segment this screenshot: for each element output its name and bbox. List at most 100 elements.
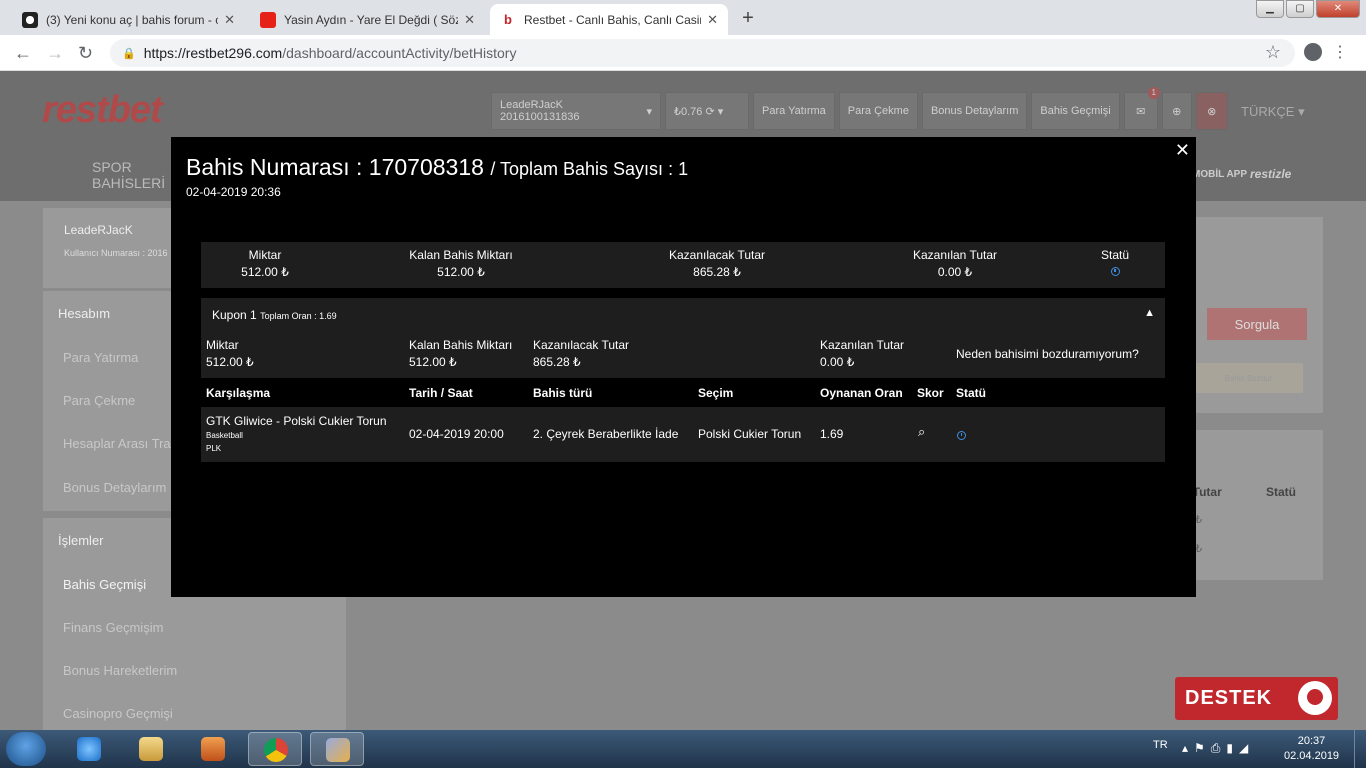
taskbar-app[interactable] bbox=[310, 732, 364, 766]
withdraw-link[interactable]: Para Çekme bbox=[838, 92, 918, 130]
support-button[interactable]: DESTEK bbox=[1175, 677, 1338, 720]
balance-dropdown[interactable]: ₺0.76 ⟳ ▾ bbox=[665, 92, 749, 130]
refresh-icon[interactable]: ⟳ bbox=[705, 105, 714, 118]
column-header-odds: Oynanan Oran bbox=[820, 386, 903, 400]
browser-tab-youtube[interactable]: Yasin Aydın - Yare El Değdi ( Söz ✕ bbox=[250, 4, 485, 35]
chevron-down-icon: ▾ bbox=[717, 105, 724, 118]
reload-icon[interactable]: ↻ bbox=[78, 43, 93, 64]
sidebar-item-transfer[interactable]: Hesaplar Arası Tra bbox=[63, 436, 171, 451]
value: 865.28 ₺ bbox=[693, 265, 741, 279]
close-icon[interactable]: ✕ bbox=[1175, 140, 1190, 161]
coupon-title: Kupon 1 bbox=[212, 308, 257, 322]
minimize-icon[interactable]: ▁ bbox=[1256, 0, 1284, 18]
lock-icon: 🔒 bbox=[122, 47, 136, 60]
account-label: LeadeRJacK 2016100131836 bbox=[500, 99, 580, 123]
forward-arrow-icon[interactable]: → bbox=[46, 43, 64, 64]
match-datetime: 02-04-2019 20:00 bbox=[409, 427, 504, 441]
sidebar-item-bonus-moves[interactable]: Bonus Hareketlerim bbox=[63, 663, 177, 678]
coupon-header[interactable]: Kupon 1 Toplam Oran : 1.69 bbox=[212, 308, 337, 322]
sidebar-item-bonus[interactable]: Bonus Detaylarım bbox=[63, 480, 166, 495]
notification-badge: 1 bbox=[1147, 87, 1160, 99]
clock-status-icon bbox=[957, 431, 966, 440]
restizle-tv-link[interactable]: restizle bbox=[1250, 167, 1291, 181]
system-clock[interactable]: 20:37 02.04.2019 bbox=[1284, 734, 1339, 764]
mobile-app-link[interactable]: MOBİL APP bbox=[1192, 169, 1247, 180]
taskbar-app[interactable] bbox=[186, 732, 240, 766]
odds: 1.69 bbox=[820, 427, 844, 441]
browser-tab-bar: (3) Yeni konu aç | bahis forum - ci ✕ Ya… bbox=[0, 0, 1366, 35]
sidebar-item-withdraw[interactable]: Para Çekme bbox=[63, 393, 135, 408]
show-desktop-button[interactable] bbox=[1354, 730, 1366, 768]
sidebar-title-hesabim: Hesabım bbox=[58, 306, 111, 321]
account-dropdown[interactable]: LeadeRJacK 2016100131836 ▾ bbox=[491, 92, 661, 130]
bet-type: 2. Çeyrek Beraberlikte İade bbox=[533, 427, 679, 441]
match-name: GTK Gliwice - Polski Cukier Torun bbox=[206, 414, 387, 428]
window-close-icon[interactable]: ✕ bbox=[1316, 0, 1360, 18]
search-icon[interactable]: ⌕ bbox=[918, 424, 925, 440]
chevron-up-icon[interactable]: ▲ bbox=[1144, 307, 1155, 319]
logout-button[interactable]: ⊗ bbox=[1195, 92, 1228, 130]
value: 0.00 ₺ bbox=[820, 355, 855, 369]
messages-button[interactable]: ✉ 1 bbox=[1123, 87, 1160, 130]
clock-date: 02.04.2019 bbox=[1284, 750, 1340, 762]
username: LeadeRJacK bbox=[64, 223, 133, 237]
paint-icon bbox=[326, 738, 350, 762]
clock-status-icon bbox=[1110, 267, 1120, 276]
table-row: GTK Gliwice - Polski Cukier Torun Basket… bbox=[201, 407, 1165, 462]
total-bet-count: / Toplam Bahis Sayısı : 1 bbox=[490, 159, 689, 179]
sidebar-item-finance[interactable]: Finans Geçmişim bbox=[63, 620, 163, 635]
add-button[interactable]: ⊕ bbox=[1161, 92, 1192, 130]
taskbar-app[interactable] bbox=[124, 732, 178, 766]
sports-label-1: SPOR bbox=[92, 159, 132, 175]
language-selector[interactable]: TÜRKÇE ▾ bbox=[1241, 104, 1305, 120]
address-bar: ← → ↻ 🔒 https://restbet296.com/dashboard… bbox=[0, 35, 1366, 71]
input-language[interactable]: TR bbox=[1153, 739, 1168, 751]
close-icon[interactable]: ✕ bbox=[707, 12, 718, 28]
close-icon[interactable]: ✕ bbox=[464, 12, 475, 28]
column-header-status: Statü bbox=[1266, 485, 1296, 499]
profile-avatar-icon[interactable] bbox=[1304, 43, 1322, 61]
browser-menu-icon[interactable]: ⋮ bbox=[1332, 42, 1348, 62]
label: Kazanılacak Tutar bbox=[668, 248, 766, 262]
window-controls: ▁ ▢ ✕ bbox=[1256, 0, 1360, 18]
column-header-status: Statü bbox=[956, 386, 986, 400]
plus-circle-icon: ⊕ bbox=[1172, 105, 1182, 118]
maximize-icon[interactable]: ▢ bbox=[1286, 0, 1314, 18]
cashout-info-link[interactable]: Neden bahisimi bozduramıyorum? bbox=[956, 347, 1139, 361]
summary-amount: Miktar 512.00 ₺ bbox=[229, 248, 301, 279]
new-tab-button[interactable]: + bbox=[735, 6, 761, 32]
start-button[interactable] bbox=[6, 732, 46, 766]
query-button[interactable]: Sorgula bbox=[1207, 308, 1307, 340]
value: 512.00 ₺ bbox=[241, 265, 289, 279]
bonus-link[interactable]: Bonus Detaylarım bbox=[921, 92, 1028, 130]
windows-taskbar: TR ▴⚑⎙▮◢ 20:37 02.04.2019 bbox=[0, 730, 1366, 768]
coupon-potential-win: Kazanılacak Tutar 865.28 ₺ bbox=[533, 338, 629, 369]
sidebar-item-casinopro[interactable]: Casinopro Geçmişi bbox=[63, 706, 173, 721]
value: 512.00 ₺ bbox=[206, 355, 254, 369]
browser-tab-restbet[interactable]: b Restbet - Canlı Bahis, Canlı Casino ✕ bbox=[490, 4, 728, 35]
tray-icons[interactable]: ▴⚑⎙▮◢ bbox=[1182, 741, 1254, 756]
balance-value: ₺0.76 bbox=[674, 105, 703, 118]
taskbar-app[interactable] bbox=[248, 732, 302, 766]
chrome-icon bbox=[264, 738, 288, 762]
back-arrow-icon[interactable]: ← bbox=[14, 43, 32, 64]
label: Miktar bbox=[248, 248, 282, 262]
youtube-icon bbox=[260, 11, 276, 28]
taskbar-app[interactable] bbox=[62, 732, 116, 766]
league-name: PLK bbox=[206, 444, 222, 453]
headset-icon bbox=[1298, 681, 1332, 715]
restbet-logo[interactable]: restbet bbox=[42, 89, 163, 132]
browser-tab-forum[interactable]: (3) Yeni konu aç | bahis forum - ci ✕ bbox=[12, 4, 245, 35]
sidebar-item-deposit[interactable]: Para Yatırma bbox=[63, 350, 138, 365]
label: Kalan Bahis Miktarı bbox=[409, 248, 513, 262]
label: Kazanılacak Tutar bbox=[533, 338, 630, 352]
bet-history-link[interactable]: Bahis Geçmişi bbox=[1031, 92, 1120, 130]
sidebar-item-bet-history[interactable]: Bahis Geçmişi bbox=[63, 577, 146, 592]
column-header-score: Skor bbox=[917, 386, 944, 400]
close-icon[interactable]: ✕ bbox=[224, 12, 235, 28]
cashout-button[interactable]: Bahis Bozdur bbox=[1194, 363, 1303, 393]
sports-betting-link[interactable]: SPOR BAHİSLERİ bbox=[92, 159, 165, 191]
deposit-link[interactable]: Para Yatırma bbox=[753, 92, 835, 130]
url-input[interactable]: 🔒 https://restbet296.com/dashboard/accou… bbox=[110, 39, 1295, 67]
bookmark-star-icon[interactable]: ☆ bbox=[1265, 42, 1281, 63]
